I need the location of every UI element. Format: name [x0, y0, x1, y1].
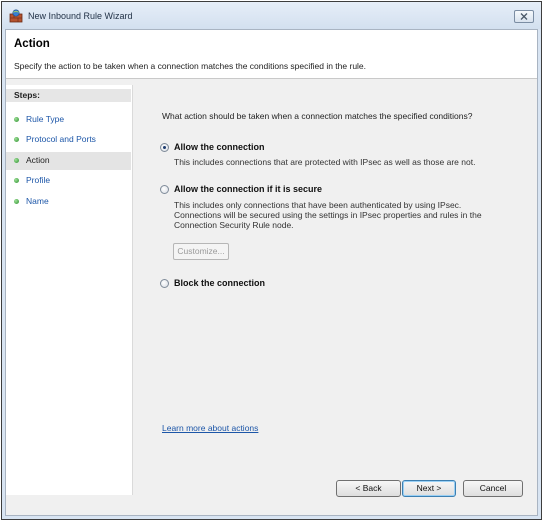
- steps-heading: Steps:: [6, 89, 131, 102]
- cancel-button[interactable]: Cancel: [463, 480, 523, 497]
- step-bullet-icon: [14, 158, 19, 163]
- back-button[interactable]: < Back: [336, 480, 401, 497]
- step-label: Protocol and Ports: [26, 134, 96, 144]
- close-button[interactable]: [514, 10, 534, 23]
- wizard-window: New Inbound Rule Wizard Action Specify t…: [1, 1, 542, 520]
- allow-connection-label[interactable]: Allow the connection: [174, 142, 265, 152]
- allow-if-secure-radio[interactable]: [160, 185, 169, 194]
- firewall-shield-icon: [9, 9, 23, 23]
- allow-if-secure-label[interactable]: Allow the connection if it is secure: [174, 184, 322, 194]
- customize-button[interactable]: Customize...: [173, 243, 229, 260]
- steps-pane: Steps: Rule Type Protocol and Ports Acti…: [6, 85, 133, 495]
- step-bullet-icon: [14, 137, 19, 142]
- wizard-client-area: Action Specify the action to be taken wh…: [5, 29, 538, 516]
- step-profile[interactable]: Profile: [6, 172, 131, 190]
- next-button[interactable]: Next >: [402, 480, 456, 497]
- close-icon: [520, 13, 528, 20]
- page-title: Action: [14, 38, 50, 50]
- step-bullet-icon: [14, 178, 19, 183]
- step-bullet-icon: [14, 199, 19, 204]
- step-bullet-icon: [14, 117, 19, 122]
- window-title: New Inbound Rule Wizard: [28, 11, 133, 21]
- step-action[interactable]: Action: [6, 152, 131, 170]
- action-question: What action should be taken when a conne…: [162, 111, 473, 121]
- allow-connection-radio[interactable]: [160, 143, 169, 152]
- step-label: Name: [26, 196, 49, 206]
- block-connection-radio[interactable]: [160, 279, 169, 288]
- page-description: Specify the action to be taken when a co…: [14, 61, 367, 71]
- step-protocol-and-ports[interactable]: Protocol and Ports: [6, 131, 131, 149]
- step-name[interactable]: Name: [6, 193, 131, 211]
- step-label: Profile: [26, 175, 51, 185]
- step-label: Rule Type: [26, 114, 65, 124]
- step-label: Action: [26, 155, 50, 165]
- allow-if-secure-description: This includes only connections that have…: [174, 200, 482, 230]
- allow-connection-description: This includes connections that are prote…: [174, 157, 476, 167]
- step-rule-type[interactable]: Rule Type: [6, 111, 131, 129]
- block-connection-label[interactable]: Block the connection: [174, 278, 265, 288]
- title-bar[interactable]: New Inbound Rule Wizard: [2, 2, 541, 29]
- learn-more-link[interactable]: Learn more about actions: [162, 423, 258, 433]
- page-header: Action Specify the action to be taken wh…: [6, 30, 537, 79]
